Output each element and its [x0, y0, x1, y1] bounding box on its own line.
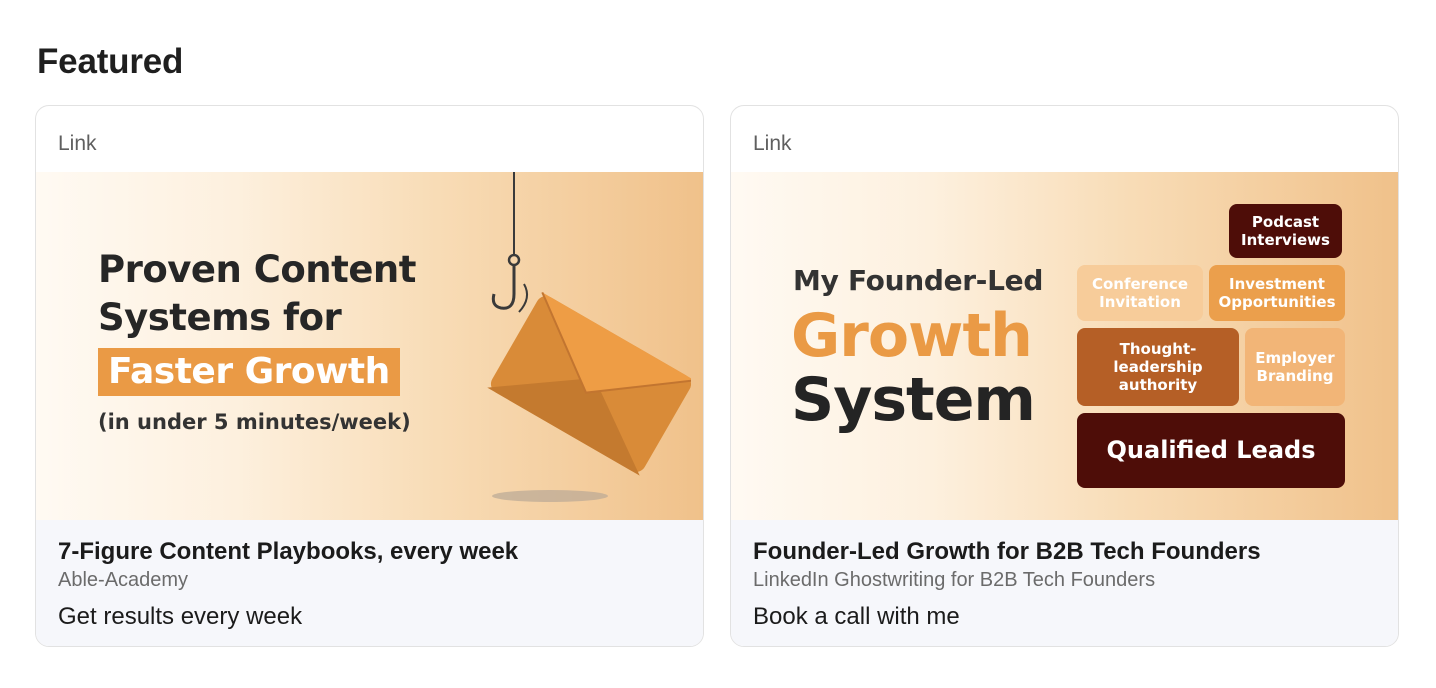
card-subtitle: LinkedIn Ghostwriting for B2B Tech Found…	[753, 569, 1156, 591]
banner-headline-system: System	[791, 365, 1036, 435]
featured-card-playbooks[interactable]: Link Proven Content Systems for Faster G…	[35, 105, 704, 647]
card-type-label: Link	[58, 132, 97, 155]
card-cta[interactable]: Book a call with me	[753, 603, 960, 631]
card-cta[interactable]: Get results every week	[58, 603, 302, 631]
banner-headline-line2: Systems for	[98, 296, 342, 339]
card-footer[interactable]: Founder-Led Growth for B2B Tech Founders…	[731, 520, 1398, 646]
banner-headline-growth: Growth	[791, 301, 1033, 371]
tile-employer-branding: Employer Branding	[1245, 328, 1345, 406]
banner-headline-top: My Founder-Led	[793, 264, 1044, 297]
tile-investment: Investment Opportunities	[1209, 265, 1345, 321]
banner-highlight: Faster Growth	[98, 348, 400, 396]
card-type-label: Link	[753, 132, 792, 155]
tile-podcast: Podcast Interviews	[1229, 204, 1342, 258]
tile-qualified-leads: Qualified Leads	[1077, 413, 1345, 488]
card-banner-image[interactable]: My Founder-Led Growth System Podcast Int…	[731, 172, 1398, 520]
card-title[interactable]: Founder-Led Growth for B2B Tech Founders	[753, 538, 1261, 566]
banner-subline: (in under 5 minutes/week)	[98, 410, 411, 434]
tile-thought-leadership: Thought-leadership authority	[1077, 328, 1239, 406]
section-title: Featured	[37, 42, 184, 81]
tile-conference: Conference Invitation	[1077, 265, 1203, 321]
card-title[interactable]: 7-Figure Content Playbooks, every week	[58, 538, 518, 566]
card-subtitle: Able-Academy	[58, 569, 189, 591]
card-banner-image[interactable]: Proven Content Systems for Faster Growth…	[36, 172, 703, 520]
hooked-envelope-icon	[487, 172, 691, 502]
banner-headline-line1: Proven Content	[98, 248, 416, 291]
card-footer[interactable]: 7-Figure Content Playbooks, every week A…	[36, 520, 703, 646]
featured-card-growth[interactable]: Link My Founder-Led Growth System Podcas…	[730, 105, 1399, 647]
